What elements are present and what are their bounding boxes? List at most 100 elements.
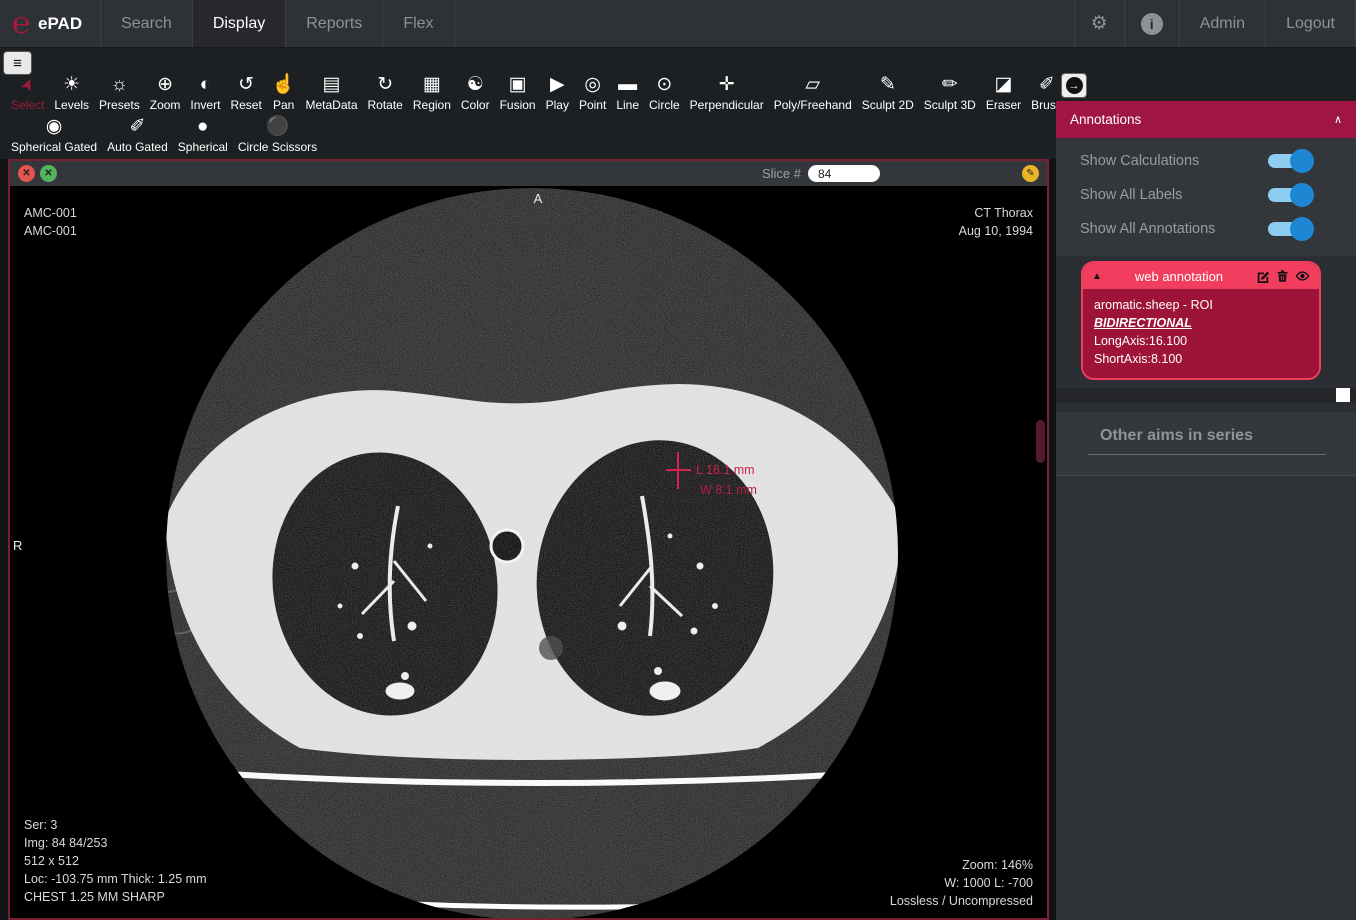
measurement-crosshair[interactable] [666,469,691,471]
brand-name: ePAD [38,14,82,34]
admin-button[interactable]: Admin [1179,0,1266,47]
toggle-row: Show All Labels [1056,178,1356,212]
toolbar-row-1: ➤ Select ☀ Levels ☼ Presets ⊕ Zoom [6,73,1110,112]
tile-icon: ✕ [44,168,52,179]
close-viewport-button[interactable]: ✕ [18,165,35,182]
toggle-switch[interactable] [1268,154,1308,168]
short-axis-label: W 8.1 mm [700,483,757,497]
tool-button[interactable]: ↺ Reset [225,73,266,112]
toolbar-row-2: ◉ Spherical Gated ✐ Auto Gated ● Spheric… [6,115,322,154]
gear-icon: ⚙ [1091,12,1108,35]
annotation-name: aromatic.sheep - ROI [1094,296,1308,314]
tool-icon: ✎ [880,73,896,97]
tool-icon: ▦ [423,73,441,97]
overlay-line: Img: 84 84/253 [24,834,206,852]
edit-annotation-button[interactable] [1256,269,1270,283]
toggle-knob [1290,183,1314,207]
settings-button[interactable]: ⚙ [1074,0,1124,47]
logout-button[interactable]: Logout [1266,0,1356,47]
tool-button[interactable]: ✎ Sculpt 2D [857,73,919,112]
slice-scrollbar-thumb[interactable] [1036,420,1045,463]
tool-button[interactable]: ◉ Spherical Gated [6,115,102,154]
tool-icon: ✐ [1039,73,1055,97]
tool-button[interactable]: ↻ Rotate [363,73,408,112]
toggle-label: Show Calculations [1080,153,1268,169]
tool-button[interactable]: ✛ Perpendicular [685,73,769,112]
tool-button[interactable]: ➤ Select [6,73,49,112]
annotation-card[interactable]: ▲ web annotation [1081,261,1321,380]
tool-button[interactable]: ▬ Line [611,73,644,112]
tool-button[interactable]: ⊕ Zoom [145,73,186,112]
tool-icon: ✐ [129,115,145,139]
tool-button[interactable]: ☯ Color [456,73,495,112]
panel-empty-area [1056,476,1356,920]
epad-logo-icon: ℮ [12,9,30,39]
tool-button[interactable]: ⚫ Circle Scissors [233,115,322,154]
tool-button[interactable]: ✏ Sculpt 3D [919,73,981,112]
scrollbar-thumb[interactable] [1336,388,1350,402]
toggle-label: Show All Annotations [1080,221,1268,237]
toggle-switch[interactable] [1268,222,1308,236]
nav-item[interactable]: Display [193,0,286,47]
nav-item[interactable]: Flex [383,0,454,47]
arrow-right-icon: → [1069,80,1080,92]
tool-label: Invert [190,98,220,112]
tool-button[interactable]: ▱ Poly/Freehand [769,73,857,112]
tool-icon: ▤ [323,73,341,97]
tool-label: Spherical Gated [11,140,97,154]
overlay-line: Aug 10, 1994 [959,222,1033,240]
toggle-row: Show All Annotations [1056,212,1356,246]
tool-label: Circle Scissors [238,140,317,154]
ct-image-canvas[interactable]: AMC-001AMC-001 CT ThoraxAug 10, 1994 Ser… [10,186,1047,918]
orientation-anterior-label: A [534,191,543,206]
tool-label: Spherical [178,140,228,154]
tool-icon: ☼ [111,73,128,97]
annotation-card-title: web annotation [1102,269,1256,284]
overlay-line: W: 1000 L: -700 [890,874,1033,892]
tool-button[interactable]: ▶ Play [541,73,574,112]
annotation-long-axis: LongAxis:16.100 [1094,332,1308,350]
slice-number-input[interactable] [808,165,880,182]
info-button[interactable]: i [1124,0,1179,47]
collapse-triangle-icon: ▲ [1092,271,1102,282]
nav-item[interactable]: Reports [286,0,383,47]
tool-icon: ↻ [377,73,393,97]
series-info-overlay: Ser: 3Img: 84 84/253512 x 512Loc: -103.7… [24,816,206,906]
tool-icon: ▶ [550,73,565,97]
tool-button[interactable]: ▤ MetaData [300,73,362,112]
annotation-shape: BIDIRECTIONAL [1094,314,1308,332]
nav-item[interactable]: Search [101,0,193,47]
toggle-row: Show Calculations [1056,144,1356,178]
show-annotation-button[interactable] [1295,269,1310,283]
tool-button[interactable]: ⊙ Circle [644,73,685,112]
overlay-line: Ser: 3 [24,816,206,834]
brand[interactable]: ℮ ePAD [0,0,101,47]
tool-button[interactable]: ● Spherical [173,115,233,154]
toggle-knob [1290,217,1314,241]
tool-icon: ◎ [584,73,601,97]
tool-label: Region [413,98,451,112]
epad-app: ℮ ePAD Search Display Reports Flex [0,0,1356,920]
tool-button[interactable]: ◪ Eraser [981,73,1026,112]
tool-button[interactable]: ◎ Point [574,73,611,112]
pencil-icon: ✎ [1026,168,1034,179]
tool-button[interactable]: ▣ Fusion [495,73,541,112]
overlay-line: CT Thorax [959,204,1033,222]
tool-icon: ◐ [200,73,211,97]
tool-button[interactable]: ✐ Auto Gated [102,115,173,154]
annotations-header[interactable]: Annotations ∧ [1056,101,1356,138]
tile-viewport-button[interactable]: ✕ [40,165,57,182]
tool-button[interactable]: ☀ Levels [49,73,94,112]
annotation-card-header[interactable]: ▲ web annotation [1083,263,1319,289]
toggle-list: Show Calculations Show All Labels Show A… [1056,138,1356,256]
overlay-line: AMC-001 [24,222,77,240]
delete-annotation-button[interactable] [1276,269,1289,283]
toggle-switch[interactable] [1268,188,1308,202]
tool-button[interactable]: ◐ Invert [185,73,225,112]
tool-button[interactable]: ☝ Pan [267,73,301,112]
annotate-button[interactable]: ✎ [1022,165,1039,182]
hamburger-button[interactable]: ≡ [4,52,31,74]
tool-button[interactable]: ☼ Presets [94,73,145,112]
tool-button[interactable]: ▦ Region [408,73,456,112]
panel-collapse-button[interactable]: → [1062,74,1086,97]
